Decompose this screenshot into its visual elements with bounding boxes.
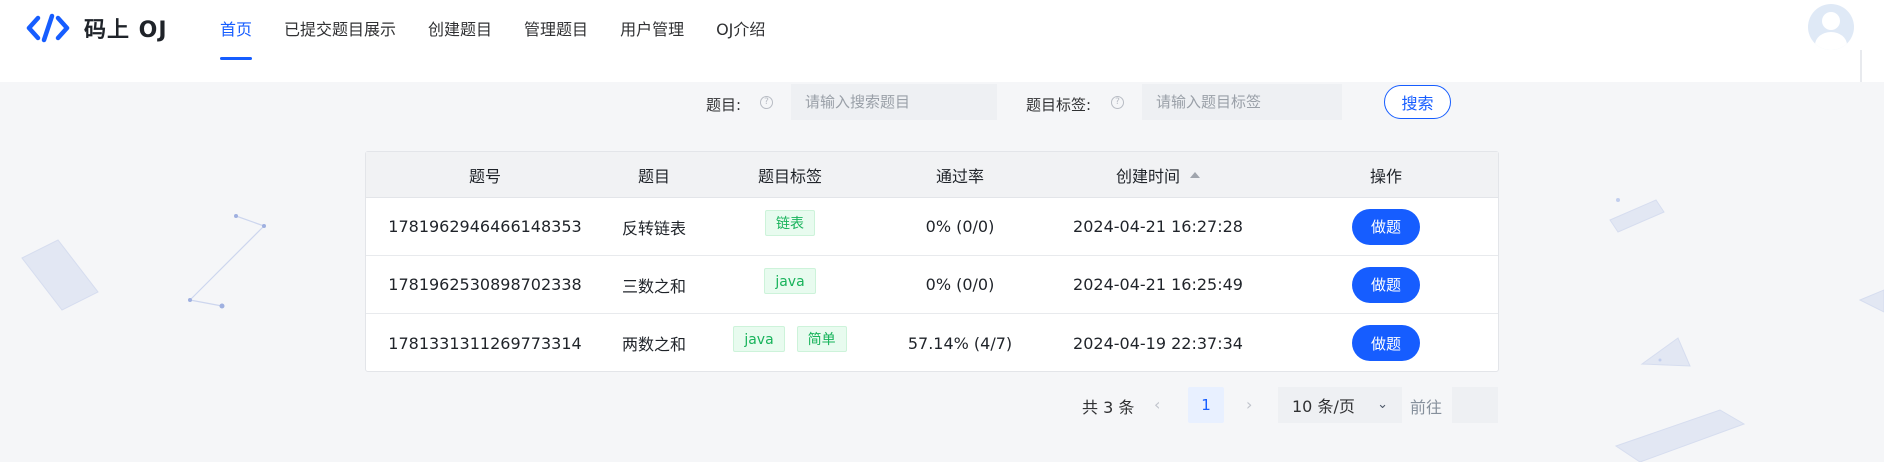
column-header-created-time-label: 创建时间: [1115, 166, 1180, 186]
tag-badge: java: [733, 326, 785, 352]
question-tags: java 简单: [704, 314, 876, 372]
page-size-value: 10 条/页: [1292, 397, 1355, 416]
pass-rate: 0% (0/0): [925, 217, 995, 236]
question-table: 题号 题目 题目标签 通过率 创建时间 操作 17819629464661483…: [365, 151, 1499, 372]
nav-item-home[interactable]: 首页: [220, 0, 253, 60]
table-header: 题号 题目 题目标签 通过率 创建时间 操作: [366, 152, 1498, 198]
created-time: 2024-04-21 16:27:28: [1073, 217, 1243, 236]
nav-item-user-management[interactable]: 用户管理: [620, 0, 684, 56]
question-tags: 链表: [704, 198, 876, 255]
action-cell: 做题: [1272, 256, 1500, 313]
avatar-body-shape: [1815, 32, 1847, 50]
top-navigation-bar: 码上 OJ 首页 已提交题目展示 创建题目 管理题目 用户管理 OJ介绍: [0, 0, 1884, 82]
table-row: 1781962530898702338 三数之和 java 0% (0/0) 2…: [366, 256, 1498, 314]
action-cell: 做题: [1272, 198, 1500, 255]
nav-item-submissions[interactable]: 已提交题目展示: [284, 0, 396, 56]
goto-page-input[interactable]: [1452, 387, 1498, 423]
created-time: 2024-04-21 16:25:49: [1073, 275, 1243, 294]
pagination-total: 共 3 条: [1082, 398, 1135, 417]
nav-item-manage-questions[interactable]: 管理题目: [524, 0, 588, 56]
question-id: 1781962530898702338: [388, 275, 582, 294]
default-avatar-icon: [1822, 12, 1840, 30]
title-search-label: 题目:: [706, 96, 742, 114]
code-brackets-icon: [26, 13, 70, 43]
tags-search-label: 题目标签:: [1026, 96, 1092, 114]
solve-button[interactable]: 做题: [1352, 325, 1420, 361]
created-time: 2024-04-19 22:37:34: [1073, 333, 1243, 353]
table-row: 1781962946466148353 反转链表 链表 0% (0/0) 202…: [366, 198, 1498, 256]
question-id: 1781331311269773314: [388, 333, 582, 353]
tag-badge: 链表: [765, 210, 815, 236]
question-id: 1781962946466148353: [388, 217, 582, 236]
search-button[interactable]: 搜索: [1384, 85, 1451, 119]
column-header-id: 题号: [468, 166, 501, 186]
nav-item-create-question[interactable]: 创建题目: [428, 0, 492, 56]
help-icon[interactable]: ?: [760, 96, 773, 109]
help-icon[interactable]: ?: [1111, 96, 1124, 109]
question-tags: java: [704, 256, 876, 313]
chevron-down-icon: ⌄: [1377, 397, 1388, 412]
question-title: 两数之和: [621, 335, 686, 354]
solve-button[interactable]: 做题: [1352, 208, 1420, 245]
user-avatar[interactable]: [1808, 4, 1854, 50]
page-size-select[interactable]: 10 条/页 ⌄: [1278, 387, 1402, 423]
nav-item-oj-intro[interactable]: OJ介绍: [716, 0, 765, 56]
column-header-pass-rate: 通过率: [935, 166, 984, 186]
tag-badge: java: [764, 268, 816, 294]
question-title: 三数之和: [621, 276, 686, 296]
title-search-input[interactable]: [791, 84, 997, 120]
main-nav: 首页 已提交题目展示 创建题目 管理题目 用户管理 OJ介绍: [220, 0, 797, 82]
goto-label: 前往: [1410, 398, 1443, 417]
question-title: 反转链表: [621, 218, 686, 238]
solve-button[interactable]: 做题: [1352, 266, 1420, 303]
sort-ascending-icon[interactable]: [1190, 171, 1200, 178]
pass-rate: 0% (0/0): [925, 275, 995, 294]
tags-search-input[interactable]: [1142, 84, 1342, 120]
table-row: 1781331311269773314 两数之和 java 简单 57.14% …: [366, 314, 1498, 372]
brand[interactable]: 码上 OJ: [26, 12, 168, 44]
divider: [1860, 50, 1862, 82]
brand-name: 码上 OJ: [84, 18, 168, 43]
action-cell: 做题: [1272, 314, 1500, 372]
column-header-created-time[interactable]: 创建时间: [1044, 152, 1272, 197]
pass-rate: 57.14% (4/7): [907, 333, 1013, 353]
column-header-tags: 题目标签: [757, 166, 822, 186]
column-header-title: 题目: [637, 166, 670, 186]
tag-badge: 简单: [796, 326, 847, 352]
chevron-left-icon[interactable]: ‹: [1154, 395, 1160, 414]
column-header-actions: 操作: [1369, 166, 1402, 186]
chevron-right-icon[interactable]: ›: [1246, 395, 1252, 414]
pagination-page-1[interactable]: 1: [1188, 387, 1224, 423]
